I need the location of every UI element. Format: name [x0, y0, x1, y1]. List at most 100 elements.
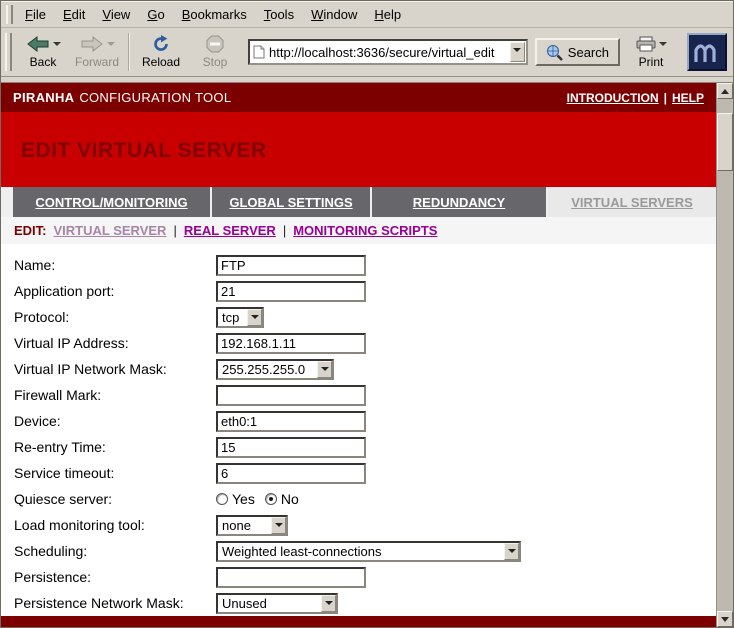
subnav-prefix: EDIT:	[14, 223, 47, 238]
print-dropdown-caret[interactable]	[659, 42, 667, 50]
persistence-input[interactable]	[216, 567, 366, 588]
page-banner: EDIT VIRTUAL SERVER	[1, 112, 716, 187]
tab-label: REDUNDANCY	[413, 195, 505, 210]
scheduling-select[interactable]: Weighted least-connections	[216, 541, 521, 562]
form-row: Device:	[14, 408, 716, 434]
search-button[interactable]: Search	[535, 38, 620, 66]
form-row: Scheduling: Weighted least-connections	[14, 538, 716, 564]
search-label: Search	[568, 45, 609, 60]
back-icon	[26, 36, 50, 52]
scheduling-label: Scheduling:	[14, 543, 216, 559]
device-label: Device:	[14, 413, 216, 429]
form-row: Firewall Mark:	[14, 382, 716, 408]
reentry-time-input[interactable]	[216, 437, 366, 458]
header-links: INTRODUCTION | HELP	[567, 91, 704, 105]
quiesce-yes-radio[interactable]	[216, 493, 228, 505]
scrollbar-track[interactable]	[717, 99, 733, 611]
menu-edit[interactable]: Edit	[55, 4, 93, 25]
reload-icon	[152, 35, 170, 53]
load-monitoring-value: none	[218, 517, 271, 534]
url-history-dropdown[interactable]	[510, 42, 525, 62]
menu-help[interactable]: Help	[366, 4, 409, 25]
select-arrow-icon	[247, 309, 262, 326]
form-row: Persistence:	[14, 564, 716, 590]
back-label: Back	[30, 55, 57, 69]
form-row: Load monitoring tool: none	[14, 512, 716, 538]
help-link[interactable]: HELP	[672, 91, 704, 105]
stop-icon	[206, 35, 224, 53]
quiesce-no-label: No	[281, 491, 299, 507]
load-monitoring-select[interactable]: none	[216, 515, 288, 536]
back-dropdown-caret[interactable]	[53, 42, 61, 50]
form-row: Re-entry Time:	[14, 434, 716, 460]
toolbar-grip[interactable]	[5, 33, 12, 71]
menu-view[interactable]: View	[94, 4, 138, 25]
vip-netmask-select[interactable]: 255.255.255.0	[216, 359, 334, 380]
piranha-header: PIRANHA CONFIGURATION TOOL INTRODUCTION …	[1, 83, 716, 112]
navigation-toolbar: Back Forward Reload	[1, 28, 733, 77]
subnav-virtual-server-link[interactable]: VIRTUAL SERVER	[54, 223, 167, 238]
tab-redundancy[interactable]: REDUNDANCY	[372, 187, 546, 216]
tab-global-settings[interactable]: GLOBAL SETTINGS	[212, 187, 370, 216]
menu-file[interactable]: File	[17, 4, 54, 25]
mozilla-logo[interactable]	[687, 33, 727, 71]
url-bar	[248, 39, 528, 65]
firewall-mark-input[interactable]	[216, 385, 366, 406]
name-input[interactable]	[216, 255, 366, 276]
application-port-input[interactable]	[216, 281, 366, 302]
scroll-down-button[interactable]	[717, 611, 733, 627]
next-section-bar	[1, 616, 716, 627]
stop-button[interactable]: Stop	[189, 30, 241, 74]
service-timeout-input[interactable]	[216, 463, 366, 484]
page-content: PIRANHA CONFIGURATION TOOL INTRODUCTION …	[1, 83, 716, 627]
menu-bookmarks[interactable]: Bookmarks	[174, 4, 255, 25]
print-button[interactable]: Print	[622, 30, 680, 74]
brand-name: PIRANHA	[13, 90, 74, 105]
reentry-time-label: Re-entry Time:	[14, 439, 216, 455]
scrollbar-thumb[interactable]	[717, 113, 733, 171]
protocol-value: tcp	[218, 309, 247, 326]
tab-virtual-servers[interactable]: VIRTUAL SERVERS	[548, 187, 716, 216]
virtual-ip-input[interactable]	[216, 333, 366, 354]
menu-go[interactable]: Go	[139, 4, 172, 25]
vertical-scrollbar	[716, 83, 733, 627]
menu-bar: File Edit View Go Bookmarks Tools Window…	[1, 1, 733, 28]
quiesce-server-label: Quiesce server:	[14, 491, 216, 507]
select-arrow-icon	[321, 595, 336, 612]
form-row: Application port:	[14, 278, 716, 304]
form-row: Quiesce server: Yes No	[14, 486, 716, 512]
forward-label: Forward	[75, 55, 119, 69]
url-input[interactable]	[269, 42, 506, 62]
subnav-monitoring-scripts-link[interactable]: MONITORING SCRIPTS	[293, 223, 437, 238]
subnav-separator: |	[283, 223, 286, 238]
menu-tools[interactable]: Tools	[256, 4, 302, 25]
forward-icon	[80, 36, 104, 52]
app-title: PIRANHA CONFIGURATION TOOL	[13, 90, 231, 105]
persistence-netmask-value: Unused	[218, 595, 321, 612]
tab-control-monitoring[interactable]: CONTROL/MONITORING	[13, 187, 210, 216]
subnav-real-server-link[interactable]: REAL SERVER	[184, 223, 276, 238]
device-input[interactable]	[216, 411, 366, 432]
scheduling-value: Weighted least-connections	[218, 543, 504, 560]
back-button[interactable]: Back	[17, 30, 69, 74]
scroll-up-button[interactable]	[717, 83, 733, 99]
menubar-grip[interactable]	[6, 5, 13, 24]
select-arrow-icon	[504, 543, 519, 560]
introduction-link[interactable]: INTRODUCTION	[567, 91, 659, 105]
reload-label: Reload	[142, 55, 180, 69]
forward-button[interactable]: Forward	[71, 30, 123, 74]
virtual-ip-label: Virtual IP Address:	[14, 335, 216, 351]
triangle-up-icon	[721, 85, 729, 94]
tab-label: GLOBAL SETTINGS	[229, 195, 352, 210]
brand-rest: CONFIGURATION TOOL	[79, 90, 231, 105]
stop-label: Stop	[203, 55, 228, 69]
form-row: Service timeout:	[14, 460, 716, 486]
quiesce-yes-label: Yes	[232, 491, 255, 507]
protocol-select[interactable]: tcp	[216, 307, 264, 328]
forward-dropdown-caret[interactable]	[107, 42, 115, 50]
quiesce-no-radio[interactable]	[265, 493, 277, 505]
persistence-netmask-select[interactable]: Unused	[216, 593, 338, 614]
menu-window[interactable]: Window	[303, 4, 365, 25]
reload-button[interactable]: Reload	[135, 30, 187, 74]
load-monitoring-label: Load monitoring tool:	[14, 517, 216, 533]
